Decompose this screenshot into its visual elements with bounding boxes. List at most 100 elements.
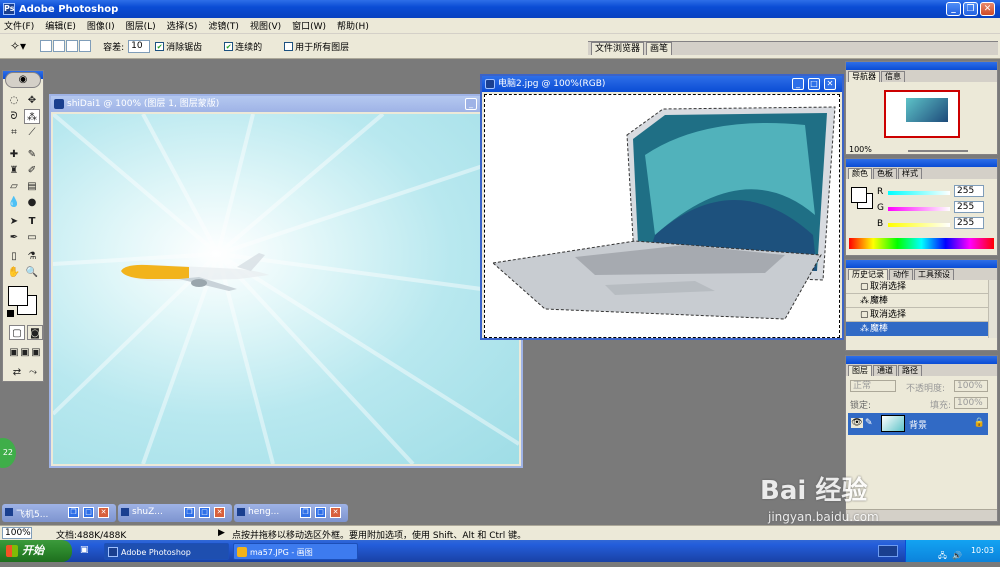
close-icon[interactable]: ✕ <box>330 507 341 518</box>
network-icon[interactable]: 🖧 <box>938 545 947 567</box>
tab-paths[interactable]: 路径 <box>898 365 922 376</box>
menu-window[interactable]: 窗口(W) <box>292 19 326 32</box>
quick-mask-icon[interactable]: ◙ <box>27 325 43 340</box>
minimized-window[interactable]: 飞机5... ❐ □ ✕ <box>2 504 116 522</box>
minimized-window[interactable]: shuZ... ❐ □ ✕ <box>118 504 232 522</box>
g-value[interactable]: 255 <box>954 201 984 213</box>
taskbar-item-paint[interactable]: ma57.JPG - 画图 <box>233 543 358 560</box>
magic-wand-tool-icon[interactable]: ⁂ <box>24 109 40 124</box>
shape-icon[interactable]: ▭ <box>24 230 40 245</box>
minimized-window[interactable]: heng... ❐ □ ✕ <box>234 504 348 522</box>
eraser-icon[interactable]: ▱ <box>6 179 22 194</box>
brush-icon[interactable]: ✎ <box>24 147 40 162</box>
zoom-icon[interactable]: 🔍 <box>24 265 40 280</box>
close-icon[interactable]: ✕ <box>214 507 225 518</box>
taskbar-item-photoshop[interactable]: Adobe Photoshop <box>104 543 229 560</box>
g-slider[interactable] <box>888 207 950 211</box>
hand-icon[interactable]: ✋ <box>6 265 22 280</box>
maximize-icon[interactable]: □ <box>199 507 210 518</box>
menu-filter[interactable]: 滤镜(T) <box>208 19 239 32</box>
maximize-icon[interactable]: □ <box>315 507 326 518</box>
type-icon[interactable]: T <box>24 214 40 229</box>
tab-color[interactable]: 颜色 <box>848 168 872 179</box>
marquee-icon[interactable]: ◌ <box>6 93 22 108</box>
foreground-color-swatch[interactable] <box>8 286 28 306</box>
history-item-active[interactable]: ⁂ 魔棒 <box>846 322 989 336</box>
tab-brushes[interactable]: 画笔 <box>646 42 673 55</box>
history-scrollbar[interactable] <box>988 280 997 338</box>
blend-mode-select[interactable]: 正常 <box>850 380 896 392</box>
menu-edit[interactable]: 编辑(E) <box>45 19 76 32</box>
pen-icon[interactable]: ✒ <box>6 230 22 245</box>
document-titlebar-active[interactable]: 电脑2.jpg @ 100%(RGB) _ □ ✕ <box>482 76 842 92</box>
imageready-icon[interactable]: ⇄ <box>9 365 25 380</box>
move-icon[interactable]: ✥ <box>24 93 40 108</box>
menu-image[interactable]: 图像(I) <box>87 19 115 32</box>
restore-icon[interactable]: ❐ <box>300 507 311 518</box>
document-maximize-button[interactable]: □ <box>808 78 820 90</box>
volume-icon[interactable]: 🔊 <box>952 545 962 567</box>
subtract-selection-button[interactable] <box>66 40 79 52</box>
menu-view[interactable]: 视图(V) <box>250 19 281 32</box>
r-slider[interactable] <box>888 191 950 195</box>
standard-mode-icon[interactable]: ▢ <box>9 325 25 340</box>
menu-select[interactable]: 选择(S) <box>167 19 198 32</box>
intersect-selection-button[interactable] <box>79 40 92 52</box>
history-item[interactable]: ▢ 取消选择 <box>846 308 989 322</box>
desktop-icon[interactable]: ▣ <box>80 545 94 557</box>
blur-icon[interactable]: 💧 <box>6 195 22 210</box>
layer-row[interactable]: 👁 ✎ 背景 🔒 <box>848 413 988 435</box>
add-selection-button[interactable] <box>53 40 66 52</box>
screen-mode-full-icon[interactable]: ▣ <box>28 345 44 360</box>
b-slider[interactable] <box>888 223 950 227</box>
tab-styles[interactable]: 样式 <box>898 168 922 179</box>
tab-tool-presets[interactable]: 工具预设 <box>914 269 954 280</box>
dodge-icon[interactable]: ● <box>24 195 40 210</box>
magic-wand-icon[interactable]: ✧▾ <box>10 39 26 53</box>
new-selection-button[interactable] <box>40 40 53 52</box>
navigator-thumbnail[interactable] <box>884 90 960 138</box>
healing-brush-icon[interactable]: ✚ <box>6 147 22 162</box>
eye-icon[interactable]: 👁 <box>851 418 863 428</box>
tab-layers[interactable]: 图层 <box>848 365 872 376</box>
restore-button[interactable]: ❐ <box>963 2 978 16</box>
tab-info[interactable]: 信息 <box>881 71 905 82</box>
menu-layer[interactable]: 图层(L) <box>126 19 156 32</box>
minimize-button[interactable]: _ <box>946 2 961 16</box>
tab-channels[interactable]: 通道 <box>873 365 897 376</box>
history-brush-icon[interactable]: ✐ <box>24 163 40 178</box>
menu-file[interactable]: 文件(F) <box>4 19 34 32</box>
document-canvas[interactable] <box>53 114 519 464</box>
tab-swatches[interactable]: 色板 <box>873 168 897 179</box>
document-minimize-button[interactable]: _ <box>465 98 477 110</box>
restore-icon[interactable]: ❐ <box>68 507 79 518</box>
path-selection-icon[interactable]: ➤ <box>6 214 22 229</box>
document-canvas-laptop[interactable] <box>484 94 840 338</box>
maximize-icon[interactable]: □ <box>83 507 94 518</box>
close-button[interactable]: ✕ <box>980 2 995 16</box>
default-colors-icon[interactable] <box>7 310 14 317</box>
adobe-logo-icon[interactable]: ◉ <box>5 72 41 88</box>
color-fg-swatch[interactable] <box>851 187 867 203</box>
crop-icon[interactable]: ⌗ <box>6 125 22 140</box>
contiguous-checkbox[interactable]: ✔ <box>224 41 234 51</box>
restore-icon[interactable]: ❐ <box>184 507 195 518</box>
start-button[interactable]: 开始 <box>0 540 72 562</box>
slice-icon[interactable]: ⟋ <box>24 125 40 140</box>
document-titlebar[interactable]: shiDai1 @ 100% (图层 1, 图层蒙版) _ <box>51 96 521 112</box>
eyedropper-icon[interactable]: ⚗ <box>24 249 40 264</box>
tab-actions[interactable]: 动作 <box>889 269 913 280</box>
notes-icon[interactable]: ▯ <box>6 249 22 264</box>
tab-file-browser[interactable]: 文件浏览器 <box>591 42 645 55</box>
navigator-zoom-slider[interactable] <box>908 150 968 152</box>
menu-help[interactable]: 帮助(H) <box>337 19 369 32</box>
brush-link-icon[interactable]: ✎ <box>865 418 873 428</box>
language-bar-icon[interactable] <box>878 545 898 557</box>
history-item[interactable]: ⁂ 魔棒 <box>846 294 989 308</box>
color-spectrum-bar[interactable] <box>849 238 994 249</box>
tab-navigator[interactable]: 导航器 <box>848 71 880 82</box>
status-arrow-icon[interactable]: ▶ <box>218 528 225 538</box>
opacity-value[interactable]: 100% <box>954 380 988 392</box>
tab-history[interactable]: 历史记录 <box>848 269 888 280</box>
r-value[interactable]: 255 <box>954 185 984 197</box>
